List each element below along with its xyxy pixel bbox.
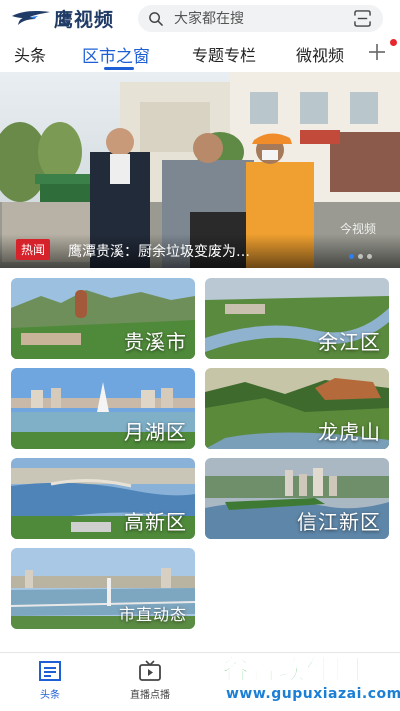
region-label: 贵溪市: [124, 330, 187, 354]
carousel-dot[interactable]: [367, 254, 372, 259]
site-watermark: 谷普软件园 www.gupuxiazai.com: [216, 648, 400, 711]
channel-tabs: 头条 区市之窗 专题专栏 微视频: [0, 36, 400, 72]
carousel-dot[interactable]: [349, 254, 354, 259]
tab-district-window[interactable]: 区市之窗: [82, 42, 150, 67]
search-input[interactable]: [174, 7, 334, 30]
nav-live-vod[interactable]: 直播点播: [115, 659, 185, 701]
region-card-yuehu[interactable]: 月湖区: [11, 368, 195, 449]
search-bar[interactable]: [138, 5, 383, 32]
region-label: 余江区: [318, 330, 381, 354]
banner-headline[interactable]: 鹰潭贵溪：厨余垃圾变废为…: [68, 241, 250, 261]
news-icon: [39, 661, 61, 681]
region-card-guixi[interactable]: 贵溪市: [11, 278, 195, 359]
add-channel-icon[interactable]: [364, 39, 390, 65]
nav-headlines[interactable]: 头条: [15, 659, 85, 701]
nav-label: 头条: [40, 690, 60, 701]
search-icon: [149, 12, 163, 26]
watermark-url: www.gupuxiazai.com: [226, 686, 400, 702]
app-header: 鹰视频: [0, 0, 400, 36]
tab-micro-video[interactable]: 微视频: [296, 42, 344, 66]
hot-news-badge: 热闻: [16, 239, 51, 260]
nav-label: 直播点播: [130, 690, 170, 701]
news-banner[interactable]: 今视频 热闻 鹰潭贵溪：厨余垃圾变废为…: [0, 72, 400, 268]
tab-headlines[interactable]: 头条: [14, 42, 46, 66]
region-card-city-news[interactable]: 市直动态: [11, 548, 195, 629]
region-label: 高新区: [124, 510, 187, 534]
carousel-dots: [349, 254, 372, 259]
eagle-logo-icon: [12, 11, 50, 25]
region-card-gaoxin[interactable]: 高新区: [11, 458, 195, 539]
region-label: 市直动态: [118, 605, 187, 624]
app-name: 鹰视频: [54, 8, 115, 31]
tab-special-columns[interactable]: 专题专栏: [192, 42, 256, 66]
active-tab-indicator: [104, 67, 134, 70]
region-grid: 贵溪市 余江区 月湖区 龙虎山 高新区 信江新区 市直动态: [0, 268, 400, 652]
notification-dot: [390, 39, 397, 46]
scan-icon[interactable]: [354, 10, 371, 27]
app-logo[interactable]: 鹰视频: [10, 5, 114, 31]
region-label: 龙虎山: [318, 420, 381, 444]
region-card-longhushan[interactable]: 龙虎山: [205, 368, 389, 449]
tv-icon: [139, 660, 161, 681]
region-card-yujiang[interactable]: 余江区: [205, 278, 389, 359]
region-label: 月湖区: [124, 420, 187, 444]
watermark-title: 谷普软件园: [222, 655, 362, 687]
region-card-xinjiang-new[interactable]: 信江新区: [205, 458, 389, 539]
region-label: 信江新区: [297, 510, 381, 534]
carousel-dot[interactable]: [358, 254, 363, 259]
